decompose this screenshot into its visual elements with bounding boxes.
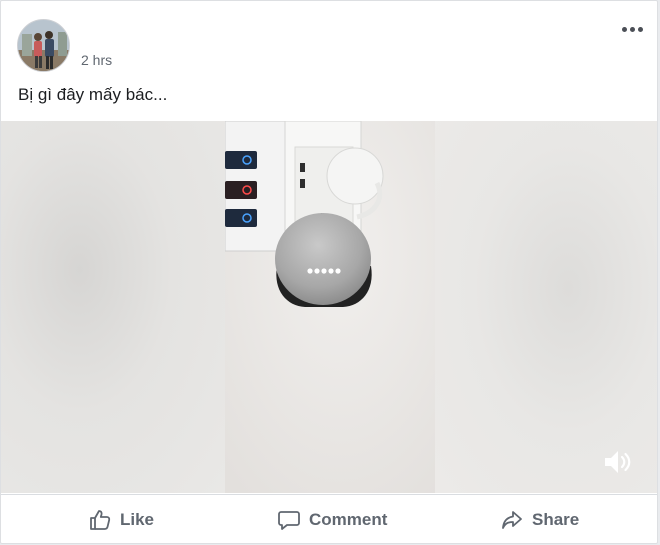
video-blur-background-right	[435, 121, 657, 493]
more-horizontal-icon	[621, 26, 627, 32]
post-text: Bị gì đây mấy bác...	[18, 85, 168, 104]
avatar-photo	[18, 20, 69, 71]
like-button[interactable]: Like	[88, 507, 154, 533]
comment-label: Comment	[309, 510, 388, 529]
share-arrow-icon	[502, 511, 522, 529]
feed-post: 2 hrs Bị gì đây mấy bác... Like Comment …	[0, 0, 658, 544]
more-horizontal-icon	[629, 26, 635, 32]
post-timestamp[interactable]: 2 hrs	[81, 52, 112, 68]
post-header: 2 hrs Bị gì đây mấy bác...	[1, 1, 657, 121]
like-label: Like	[120, 510, 155, 529]
speaker-icon	[605, 451, 631, 473]
avatar[interactable]	[17, 19, 70, 72]
post-action-bar: Like Comment Share	[1, 494, 657, 545]
sound-toggle-button[interactable]	[601, 447, 635, 477]
video-frame	[225, 121, 435, 493]
share-button[interactable]: Share	[500, 507, 579, 533]
more-options-button[interactable]	[619, 19, 645, 39]
share-label: Share	[532, 510, 580, 529]
more-horizontal-icon	[637, 26, 643, 32]
thumbs-up-icon	[90, 510, 111, 530]
comment-button[interactable]: Comment	[277, 507, 387, 533]
video-blur-background-left	[1, 121, 225, 493]
video-player[interactable]	[1, 121, 657, 493]
comment-icon	[278, 511, 300, 530]
